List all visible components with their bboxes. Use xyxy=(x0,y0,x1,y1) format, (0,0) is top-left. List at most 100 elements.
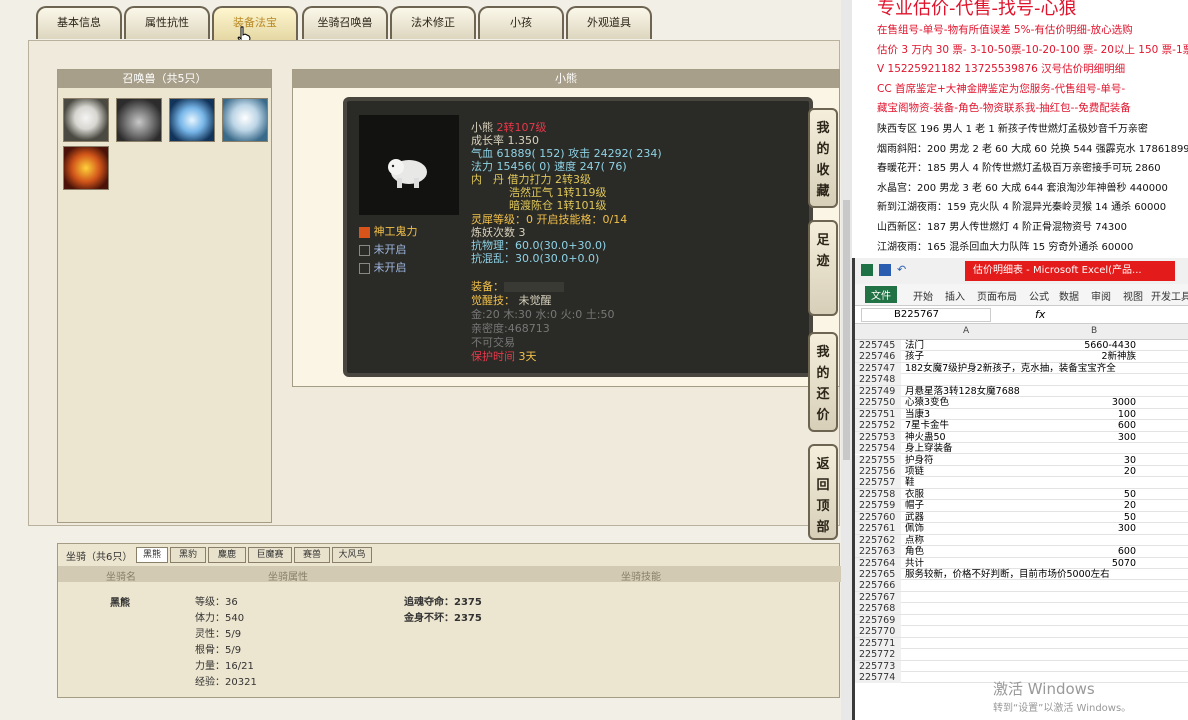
cell-b[interactable]: 300 xyxy=(1118,523,1136,534)
scroll-thumb[interactable] xyxy=(843,200,850,460)
ribbon-tab-7[interactable]: 视图 xyxy=(1123,288,1143,303)
summon-avatar-white-bear[interactable] xyxy=(63,98,109,142)
cell-a[interactable]: 当康3 xyxy=(905,409,930,420)
fx-icon[interactable]: fx xyxy=(1035,308,1045,321)
cell-a[interactable]: 月悬星落3转128女魔7688 xyxy=(905,386,1020,397)
cell-b[interactable]: 50 xyxy=(1124,512,1136,523)
tab-4[interactable]: 法术修正 xyxy=(390,6,476,39)
cell-b[interactable]: 20 xyxy=(1124,500,1136,511)
ribbon-tab-3[interactable]: 页面布局 xyxy=(977,288,1017,303)
cell-a[interactable]: 心猿3变色 xyxy=(905,397,949,408)
row-number[interactable]: 225754 xyxy=(855,443,901,455)
skill-slot-3[interactable]: 未开启 xyxy=(359,259,407,275)
cell-a[interactable]: 共计 xyxy=(905,558,924,569)
cell-b[interactable]: 50 xyxy=(1124,489,1136,500)
cell-a[interactable]: 孩子 xyxy=(905,351,924,362)
side-button-0[interactable]: 我的收藏 xyxy=(808,108,838,208)
row-number[interactable]: 225767 xyxy=(855,591,901,603)
cell-a[interactable]: 点称 xyxy=(905,535,924,546)
cell-b[interactable]: 2新神族 xyxy=(1101,351,1136,362)
row-number[interactable]: 225763 xyxy=(855,546,901,558)
row-number[interactable]: 225771 xyxy=(855,637,901,649)
row-number[interactable]: 225768 xyxy=(855,603,901,615)
side-button-1[interactable]: 足迹 xyxy=(808,220,838,316)
ribbon-tab-8[interactable]: 开发工具 xyxy=(1151,288,1188,303)
cell-a[interactable]: 神火蛊50 xyxy=(905,432,946,443)
cell-a[interactable]: 衣服 xyxy=(905,489,924,500)
cell-b[interactable]: 30 xyxy=(1124,455,1136,466)
row-number[interactable]: 225769 xyxy=(855,614,901,626)
mount-tab-4[interactable]: 赛兽 xyxy=(294,547,330,563)
ribbon-tab-4[interactable]: 公式 xyxy=(1029,288,1049,303)
tab-0[interactable]: 基本信息 xyxy=(36,6,122,39)
row-number[interactable]: 225772 xyxy=(855,649,901,661)
row-number[interactable]: 225761 xyxy=(855,523,901,535)
cell-a[interactable]: 佩饰 xyxy=(905,523,924,534)
mount-tab-2[interactable]: 麋鹿 xyxy=(208,547,246,563)
summon-avatar-grey-beast[interactable] xyxy=(116,98,162,142)
side-button-2[interactable]: 我的还价 xyxy=(808,332,838,432)
cell-b[interactable]: 300 xyxy=(1118,432,1136,443)
row-number[interactable]: 225766 xyxy=(855,580,901,592)
mount-tab-1[interactable]: 黑豹 xyxy=(170,547,206,563)
cell-a[interactable]: 鞋 xyxy=(905,477,915,488)
row-number[interactable]: 225759 xyxy=(855,500,901,512)
row-number[interactable]: 225773 xyxy=(855,660,901,672)
tab-6[interactable]: 外观道具 xyxy=(566,6,652,39)
row-number[interactable]: 225746 xyxy=(855,351,901,363)
mount-tab-0[interactable]: 黑熊 xyxy=(136,547,168,563)
cell-a[interactable]: 7星卡金牛 xyxy=(905,420,949,431)
ribbon-tab-5[interactable]: 数据 xyxy=(1059,288,1079,303)
ribbon-tab-2[interactable]: 插入 xyxy=(945,288,965,303)
mount-tab-5[interactable]: 大风鸟 xyxy=(332,547,372,563)
cell-b[interactable]: 5660-4430 xyxy=(1084,340,1136,351)
undo-icon[interactable]: ↶ xyxy=(897,263,906,276)
equip-slots[interactable] xyxy=(504,282,564,292)
ribbon-tab-1[interactable]: 开始 xyxy=(913,288,933,303)
row-number[interactable]: 225760 xyxy=(855,511,901,523)
row-number[interactable]: 225753 xyxy=(855,431,901,443)
side-button-3[interactable]: 返回顶部 xyxy=(808,444,838,540)
cell-b[interactable]: 20 xyxy=(1124,466,1136,477)
cell-b[interactable]: 5070 xyxy=(1112,558,1136,569)
cell-a[interactable]: 182女魔7级护身2新孩子，克水抽，装备宝宝齐全 xyxy=(905,363,1116,374)
row-number[interactable]: 225765 xyxy=(855,569,901,580)
cell-a[interactable]: 帽子 xyxy=(905,500,924,511)
cell-b[interactable]: 600 xyxy=(1118,420,1136,431)
cell-a[interactable]: 项链 xyxy=(905,466,924,477)
name-box[interactable]: B225767 xyxy=(861,308,991,322)
skill-slot-1[interactable]: 神工鬼力 xyxy=(359,223,418,239)
row-number[interactable]: 225762 xyxy=(855,534,901,546)
row-number[interactable]: 225752 xyxy=(855,420,901,432)
row-number[interactable]: 225750 xyxy=(855,397,901,409)
row-number[interactable]: 225756 xyxy=(855,465,901,477)
cell-a[interactable]: 服务较新，价格不好判断，目前市场价5000左右 xyxy=(905,569,1110,580)
row-number[interactable]: 225745 xyxy=(855,340,901,351)
cell-a[interactable]: 法门 xyxy=(905,340,924,351)
cell-b[interactable]: 3000 xyxy=(1112,397,1136,408)
col-header-b[interactable]: B xyxy=(1091,326,1097,336)
cell-b[interactable]: 600 xyxy=(1118,546,1136,557)
summon-avatar-fire-demon[interactable] xyxy=(63,146,109,190)
row-number[interactable]: 225755 xyxy=(855,454,901,466)
tab-2[interactable]: 装备法宝 xyxy=(212,6,298,42)
row-number[interactable]: 225757 xyxy=(855,477,901,489)
cell-b[interactable]: 100 xyxy=(1118,409,1136,420)
vertical-scrollbar[interactable] xyxy=(841,0,852,720)
row-number[interactable]: 225770 xyxy=(855,626,901,638)
skill-slot-2[interactable]: 未开启 xyxy=(359,241,407,257)
row-number[interactable]: 225751 xyxy=(855,408,901,420)
ribbon-tab-0[interactable]: 文件 xyxy=(865,286,897,303)
mount-tab-3[interactable]: 巨魔赛 xyxy=(248,547,292,563)
cell-a[interactable]: 角色 xyxy=(905,546,924,557)
cell-a[interactable]: 身上穿装备 xyxy=(905,443,953,454)
tab-3[interactable]: 坐骑召唤兽 xyxy=(302,6,388,39)
row-number[interactable]: 225774 xyxy=(855,672,901,684)
col-header-a[interactable]: A xyxy=(963,326,969,336)
row-number[interactable]: 225747 xyxy=(855,362,901,374)
summon-avatar-ice-spirit[interactable] xyxy=(169,98,215,142)
cell-a[interactable]: 武器 xyxy=(905,512,924,523)
save-icon[interactable] xyxy=(879,264,891,276)
row-number[interactable]: 225758 xyxy=(855,488,901,500)
row-number[interactable]: 225748 xyxy=(855,374,901,386)
